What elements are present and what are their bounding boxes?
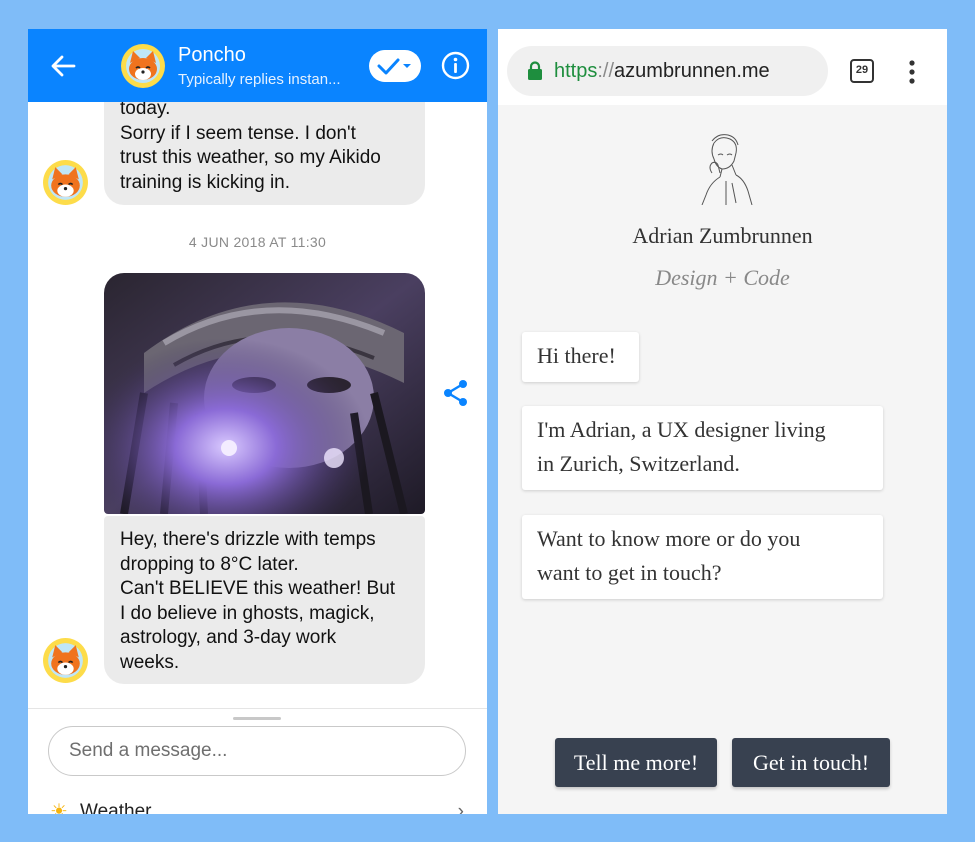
message-line: today. xyxy=(120,102,171,119)
get-started-toggle[interactable] xyxy=(369,50,421,82)
message-bubble: Hey, there's drizzle with temps dropping… xyxy=(104,516,425,684)
sun-icon: ☀ xyxy=(50,801,68,814)
chat-card: I'm Adrian, a UX designer living in Zuri… xyxy=(522,406,883,490)
tab-switcher-icon[interactable]: 29 xyxy=(850,59,874,83)
sender-avatar[interactable] xyxy=(42,159,89,206)
drag-handle[interactable] xyxy=(233,717,281,720)
get-in-touch-button[interactable]: Get in touch! xyxy=(732,738,890,787)
card-line: I'm Adrian, a UX designer living xyxy=(537,417,826,442)
overflow-menu-icon[interactable] xyxy=(906,59,918,85)
contact-name[interactable]: Poncho xyxy=(178,44,246,67)
browser-screen: https://azumbrunnen.me 29 Adrian Zumbrun… xyxy=(498,29,947,814)
message-line: dropping to 8°C later. xyxy=(120,553,299,575)
chat-card: Want to know more or do you want to get … xyxy=(522,515,883,599)
back-arrow-icon[interactable] xyxy=(50,53,76,79)
share-icon[interactable] xyxy=(442,379,470,407)
quick-reply-label: Weather xyxy=(80,801,152,814)
checkmark-dropdown-icon xyxy=(377,58,411,75)
site-tagline: Design + Code xyxy=(655,265,790,290)
address-bar[interactable]: https://azumbrunnen.me xyxy=(507,46,828,96)
chat-card: Hi there! xyxy=(522,332,639,382)
message-line: I do believe in ghosts, magick, xyxy=(120,602,375,624)
message-bubble: today. Sorry if I seem tense. I don't tr… xyxy=(104,102,425,205)
shared-photo[interactable] xyxy=(104,273,425,514)
message-input[interactable] xyxy=(48,726,466,776)
weather-quick-reply[interactable]: ☀ Weather › xyxy=(50,799,470,814)
messenger-screen: Poncho Typically replies instan... today… xyxy=(28,29,487,814)
lock-icon xyxy=(528,61,542,80)
message-timestamp: 4 JUN 2018 AT 11:30 xyxy=(188,234,327,250)
web-page[interactable]: Adrian Zumbrunnen Design + Code Hi there… xyxy=(498,105,947,814)
card-line: in Zurich, Switzerland. xyxy=(537,451,740,476)
message-line: Sorry if I seem tense. I don't xyxy=(120,122,356,144)
message-line: Can't BELIEVE this weather! But xyxy=(120,578,396,599)
message-line: weeks. xyxy=(120,651,180,673)
message-line: trust this weather, so my Aikido xyxy=(120,147,381,168)
url-host: azumbrunnen.me xyxy=(614,60,770,82)
message-line: training is kicking in. xyxy=(120,171,291,193)
portrait-sketch xyxy=(701,134,753,205)
info-icon[interactable] xyxy=(441,51,470,80)
message-line: astrology, and 3-day work xyxy=(120,627,337,648)
contact-status: Typically replies instan... xyxy=(178,71,341,88)
sender-avatar[interactable] xyxy=(42,637,89,684)
chat-thread[interactable]: today. Sorry if I seem tense. I don't tr… xyxy=(28,102,487,708)
compose-area: ☀ Weather › xyxy=(28,708,487,814)
card-line: Want to know more or do you xyxy=(537,526,801,551)
card-line: want to get in touch? xyxy=(537,560,722,585)
chat-header: Poncho Typically replies instan... xyxy=(28,29,487,102)
url-scheme: https xyxy=(554,60,598,82)
chevron-right-icon: › xyxy=(457,801,464,814)
browser-toolbar: https://azumbrunnen.me 29 xyxy=(498,29,947,105)
fortune-teller-image xyxy=(104,273,425,514)
contact-avatar[interactable] xyxy=(120,43,166,89)
url-separator: :// xyxy=(597,60,615,82)
url-text[interactable]: https://azumbrunnen.me xyxy=(554,60,770,83)
tell-me-more-button[interactable]: Tell me more! xyxy=(555,738,717,787)
site-owner-name: Adrian Zumbrunnen xyxy=(632,223,813,248)
card-line: Hi there! xyxy=(537,343,616,368)
message-line: Hey, there's drizzle with temps xyxy=(120,529,376,550)
